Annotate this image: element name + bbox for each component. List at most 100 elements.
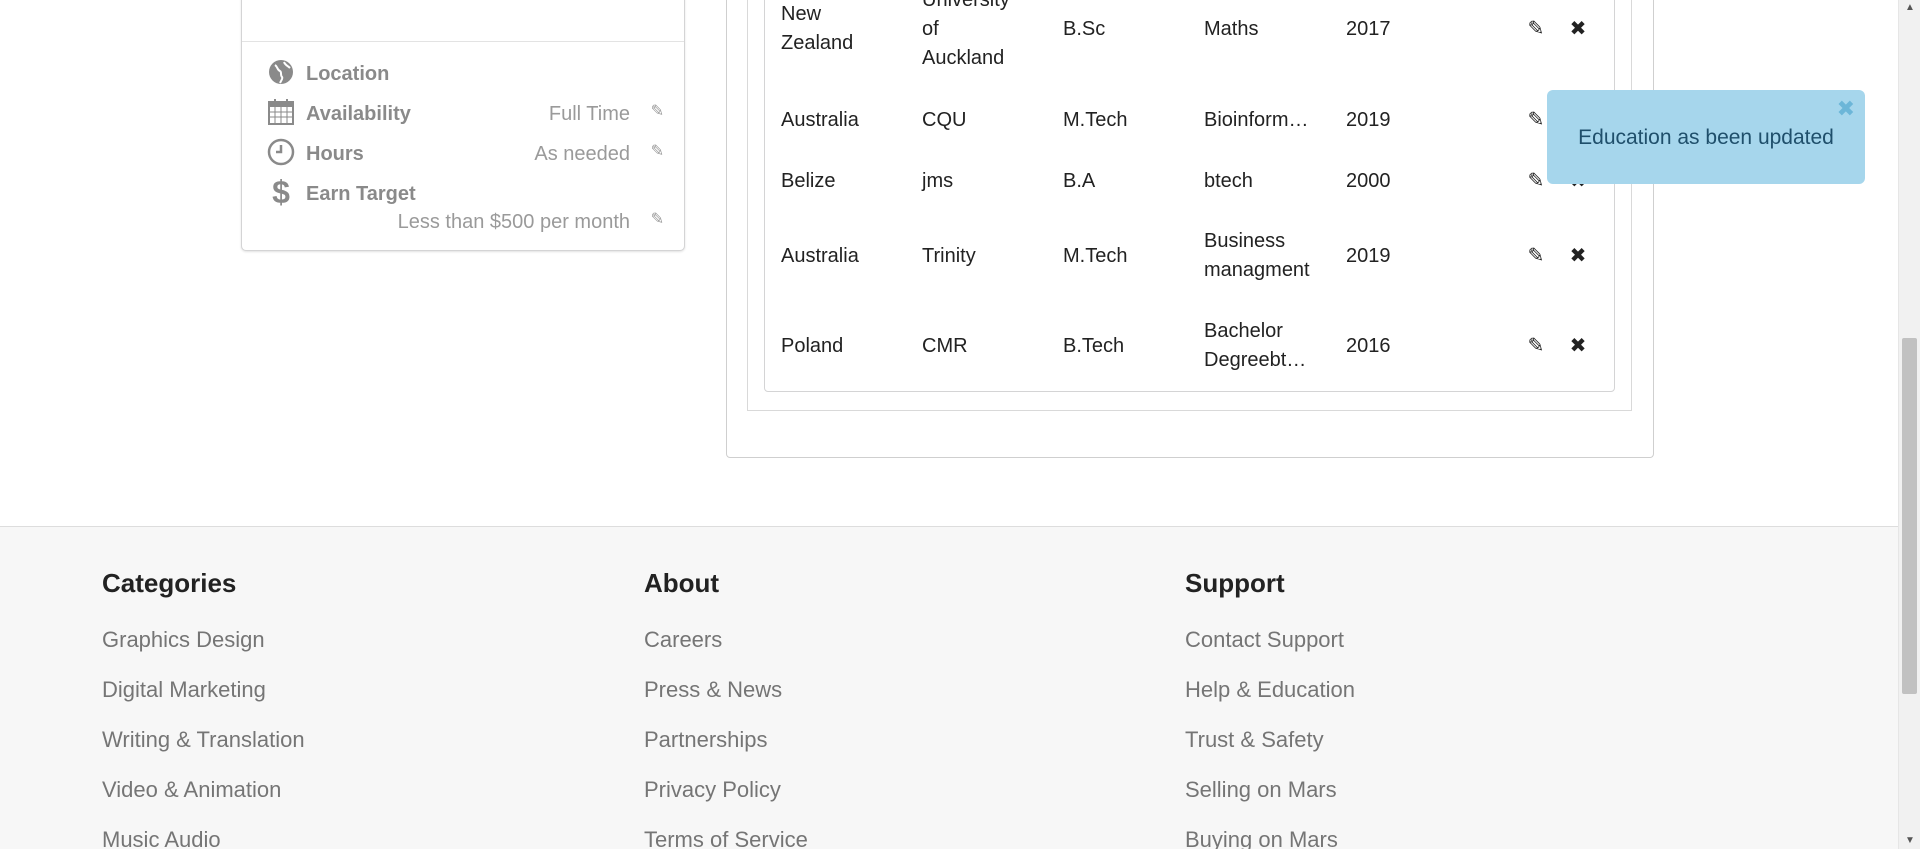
cell-text: Maths xyxy=(1204,18,1259,40)
cell-text: Zealand xyxy=(781,32,854,54)
edit-row-button[interactable]: ✎ xyxy=(1524,332,1548,361)
footer-link-list: Graphics Design Digital Marketing Writin… xyxy=(102,627,602,849)
cell-text: managment xyxy=(1204,259,1310,281)
delete-row-button[interactable]: ✖ xyxy=(1566,332,1590,361)
footer-link[interactable]: Careers xyxy=(644,627,1144,677)
degree-cell: M.Tech xyxy=(1063,245,1128,267)
pencil-icon[interactable]: ✎ xyxy=(651,141,664,161)
cell-text: Australia xyxy=(781,245,859,267)
calendar-icon xyxy=(266,97,296,127)
hours-row: Hours As needed ✎ xyxy=(266,137,664,171)
delete-row-button[interactable]: ✖ xyxy=(1566,15,1590,44)
subject-cell: Bioinform… xyxy=(1204,106,1339,135)
year-cell: 2019 xyxy=(1346,109,1391,131)
footer-link[interactable]: Buying on Mars xyxy=(1185,827,1685,849)
toast-message: Education as been updated xyxy=(1578,126,1834,149)
cell-text: Trinity xyxy=(922,245,976,267)
edit-row-button[interactable]: ✎ xyxy=(1524,167,1548,196)
footer-link[interactable]: Digital Marketing xyxy=(102,677,602,727)
pencil-icon[interactable]: ✎ xyxy=(651,101,664,121)
card-divider xyxy=(242,41,684,42)
cell-text: Bioinform… xyxy=(1204,109,1309,131)
subject-cell: Business managment xyxy=(1204,227,1339,285)
toast-notification: ✖ Education as been updated xyxy=(1547,90,1865,184)
subject-cell: Bachelor Degreebt… xyxy=(1204,317,1339,375)
cell-text: of xyxy=(922,18,939,40)
availability-label: Availability xyxy=(306,103,411,125)
footer: Categories Graphics Design Digital Marke… xyxy=(0,526,1898,849)
degree-cell: B.Tech xyxy=(1063,335,1125,357)
delete-row-button[interactable]: ✖ xyxy=(1566,242,1590,271)
degree-cell: B.Sc xyxy=(1063,18,1106,40)
table-row: Australia Trinity M.Tech Business managm… xyxy=(764,227,1615,287)
cell-text: Poland xyxy=(781,335,844,357)
cell-text: Belize xyxy=(781,170,836,192)
cell-text: New xyxy=(781,3,822,25)
footer-link-list: Contact Support Help & Education Trust &… xyxy=(1185,627,1685,849)
footer-link[interactable]: Video & Animation xyxy=(102,777,602,827)
cell-text: Bachelor xyxy=(1204,320,1283,342)
close-icon[interactable]: ✖ xyxy=(1837,96,1855,122)
cell-text: btech xyxy=(1204,170,1253,192)
footer-heading: Support xyxy=(1185,568,1285,598)
earn-target-label: Earn Target xyxy=(306,183,416,205)
country-cell: Australia xyxy=(781,106,916,135)
year-cell: 2000 xyxy=(1346,170,1391,192)
edit-row-button[interactable]: ✎ xyxy=(1524,106,1548,135)
footer-link[interactable]: Partnerships xyxy=(644,727,1144,777)
footer-heading: About xyxy=(644,568,720,598)
cell-text: CQU xyxy=(922,109,967,131)
footer-link-list: Careers Press & News Partnerships Privac… xyxy=(644,627,1144,849)
footer-link[interactable]: Terms of Service xyxy=(644,827,1144,849)
university-cell: University of Auckland xyxy=(922,0,1057,73)
scroll-up-arrow[interactable]: ▲ xyxy=(1899,0,1920,16)
table-row: Australia CQU M.Tech Bioinform… 2019 ✎ ✖ xyxy=(764,106,1615,136)
footer-link[interactable]: Writing & Translation xyxy=(102,727,602,777)
cell-text: CMR xyxy=(922,335,968,357)
footer-link[interactable]: Help & Education xyxy=(1185,677,1685,727)
clock-icon xyxy=(266,137,296,167)
footer-link[interactable]: Selling on Mars xyxy=(1185,777,1685,827)
scroll-down-arrow[interactable]: ▼ xyxy=(1899,833,1920,849)
degree-cell: B.A xyxy=(1063,170,1096,192)
hours-label: Hours xyxy=(306,143,364,165)
subject-cell: Maths xyxy=(1204,15,1339,44)
year-cell: 2016 xyxy=(1346,335,1391,357)
hours-value: As needed xyxy=(534,143,630,165)
footer-link[interactable]: Contact Support xyxy=(1185,627,1685,677)
availability-value: Full Time xyxy=(548,103,630,125)
edit-row-button[interactable]: ✎ xyxy=(1524,242,1548,271)
footer-about: About Careers Press & News Partnerships … xyxy=(644,565,1144,849)
university-cell: CQU xyxy=(922,106,1057,135)
university-cell: Trinity xyxy=(922,242,1057,271)
year-cell: 2017 xyxy=(1346,18,1391,40)
footer-link[interactable]: Press & News xyxy=(644,677,1144,727)
footer-link[interactable]: Trust & Safety xyxy=(1185,727,1685,777)
footer-heading: Categories xyxy=(102,568,237,598)
page-scrollbar[interactable]: ▲ ▼ xyxy=(1898,0,1920,849)
scroll-thumb[interactable] xyxy=(1902,338,1917,694)
country-cell: Belize xyxy=(781,167,916,196)
footer-link[interactable]: Privacy Policy xyxy=(644,777,1144,827)
pencil-icon[interactable]: ✎ xyxy=(651,209,664,229)
year-cell: 2019 xyxy=(1346,245,1391,267)
university-cell: CMR xyxy=(922,332,1057,361)
footer-support: Support Contact Support Help & Education… xyxy=(1185,565,1685,849)
profile-card: g p Location Availability Full Time ✎ xyxy=(241,0,685,251)
earn-target-row: $ Earn Target xyxy=(266,174,664,211)
subject-cell: btech xyxy=(1204,167,1339,196)
cell-text: jms xyxy=(922,170,954,192)
table-row: Belize jms B.A btech 2000 ✎ ✖ xyxy=(764,167,1615,197)
footer-categories: Categories Graphics Design Digital Marke… xyxy=(102,565,602,849)
footer-link[interactable]: Graphics Design xyxy=(102,627,602,677)
table-row: New Zealand University of Auckland B.Sc … xyxy=(764,0,1615,79)
availability-row: Availability Full Time ✎ xyxy=(266,97,664,131)
location-row: Location xyxy=(266,57,664,91)
edit-row-button[interactable]: ✎ xyxy=(1524,15,1548,44)
earn-target-value: Less than $500 per month xyxy=(397,211,630,233)
footer-link[interactable]: Music Audio xyxy=(102,827,602,849)
earn-target-value-row: Less than $500 per month ✎ xyxy=(266,209,664,239)
cell-text: Business xyxy=(1204,230,1286,252)
cell-text: Auckland xyxy=(922,47,1005,69)
cell-text: Degreebt… xyxy=(1204,349,1307,371)
